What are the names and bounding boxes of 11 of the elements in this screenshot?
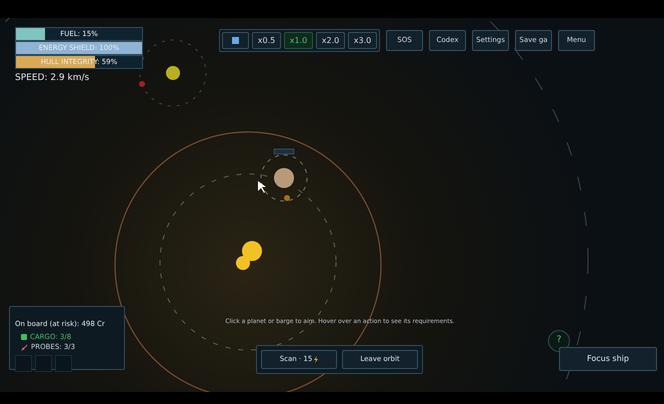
speed-button[interactable]: x0.5 bbox=[252, 32, 281, 49]
cube-icon bbox=[21, 334, 27, 340]
lightning-icon bbox=[314, 356, 318, 363]
speed-readout: SPEED: 2.9 km/s bbox=[15, 72, 90, 85]
rocket-icon bbox=[21, 344, 28, 351]
pause-button[interactable] bbox=[222, 32, 249, 49]
square-icon bbox=[232, 37, 239, 44]
speed-button[interactable]: x1.0 bbox=[284, 32, 313, 49]
focus-ship-button[interactable]: Focus ship bbox=[559, 347, 657, 371]
speed-button[interactable]: x3.0 bbox=[348, 32, 377, 49]
speed-button[interactable]: x2.0 bbox=[316, 32, 345, 49]
